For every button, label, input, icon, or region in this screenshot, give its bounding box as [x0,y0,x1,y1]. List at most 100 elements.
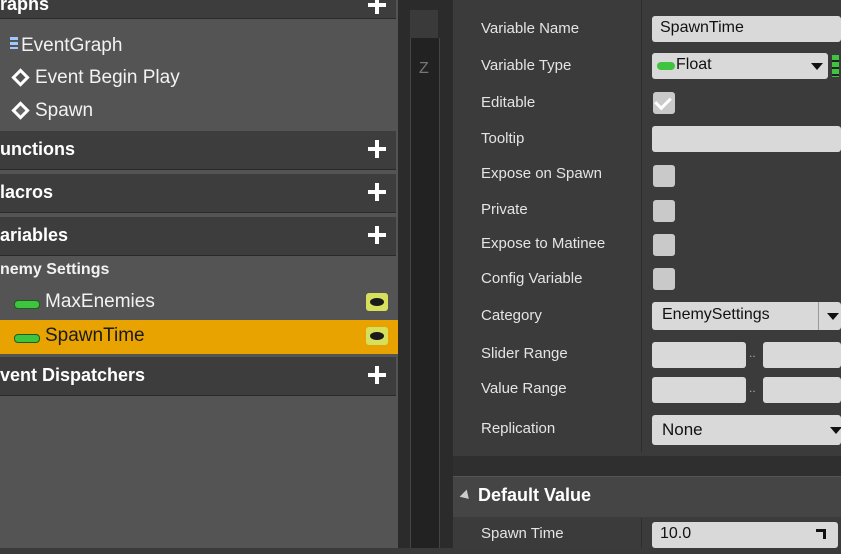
combobox-divider [818,302,819,330]
prop-variable-name: Variable Name SpawnTime [453,11,841,47]
default-value-header-label: Default Value [478,485,592,505]
category-combobox[interactable]: EnemySettings [652,302,841,330]
prop-tooltip: Tooltip [453,121,841,157]
graph-item-label: Spawn [35,100,94,121]
variable-type-value: Float [676,56,712,73]
graph-tab-top [410,10,438,38]
replication-dropdown[interactable]: None [652,415,841,445]
variable-name: SpawnTime [45,325,145,346]
event-diamond-icon [11,68,30,87]
collapse-arrow-icon [459,489,473,503]
value-range-max-input[interactable] [763,377,841,403]
expose-to-matinee-checkbox[interactable] [653,234,675,256]
prop-expose-on-spawn: Expose on Spawn [453,156,841,192]
add-graph-icon[interactable] [366,0,388,16]
graph-item-label: Event Begin Play [35,67,180,88]
graphs-section-header[interactable]: raphs [0,0,396,19]
prop-config-variable: Config Variable [453,261,841,297]
add-variable-icon[interactable] [366,224,388,246]
graph-canvas[interactable]: Z [410,38,440,548]
category-value: EnemySettings [662,306,770,323]
prop-slider-range: Slider Range .. [453,336,841,372]
prop-spawn-time-default: Spawn Time 10.0 [453,518,841,554]
macros-section-header[interactable]: lacros [0,174,396,213]
prop-label: Slider Range [481,345,568,362]
prop-label: Tooltip [481,130,525,147]
custom-event-icon [11,101,30,120]
variable-type-dropdown[interactable]: Float [652,53,828,79]
private-checkbox[interactable] [653,200,675,222]
float-pin-icon [657,62,675,70]
variable-category-label[interactable]: nemy Settings [0,261,109,279]
prop-variable-type: Variable Type Float [453,48,841,84]
graph-item-eventgraph[interactable]: EventGraph [10,35,122,57]
event-dispatchers-section-label: vent Dispatchers [0,365,146,385]
variable-name-input[interactable]: SpawnTime [652,16,841,42]
prop-label: Config Variable [481,270,583,287]
chevron-down-icon[interactable] [827,313,839,320]
resize-drag-icon[interactable] [816,529,826,539]
graphs-section-label: raphs [0,0,50,14]
visibility-eye-icon[interactable] [366,327,388,345]
variable-name: MaxEnemies [45,291,155,312]
my-blueprint-panel: raphs EventGraph Event Begin Play Spawn … [0,0,398,548]
prop-label: Replication [481,420,556,437]
float-pin-icon [14,300,40,309]
add-event-dispatcher-icon[interactable] [366,364,388,386]
range-separator: .. [749,381,756,395]
graph-tab-label: Z [419,60,429,77]
variable-row-spawntime[interactable]: SpawnTime [0,320,398,354]
prop-label: Value Range [481,380,567,397]
prop-category: Category EnemySettings [453,298,841,334]
prop-value-range: Value Range .. [453,371,841,407]
graph-item-label: EventGraph [21,35,123,56]
prop-expose-to-matinee: Expose to Matinee [453,226,841,262]
slider-range-max-input[interactable] [763,342,841,368]
range-separator: .. [749,346,756,360]
prop-label: Private [481,201,528,218]
prop-label: Variable Type [481,57,572,74]
value-range-min-input[interactable] [652,377,746,403]
event-dispatchers-section-header[interactable]: vent Dispatchers [0,357,396,396]
spawn-time-default-value: 10.0 [660,525,692,542]
config-variable-checkbox[interactable] [653,268,675,290]
details-panel: Variable Name SpawnTime Variable Type Fl… [453,0,841,548]
column-divider-lower [641,518,642,548]
prop-label: Editable [481,94,536,111]
graph-item-event-begin-play[interactable]: Event Begin Play [10,67,180,89]
functions-section-header[interactable]: unctions [0,131,396,170]
checkmark-icon [654,92,672,111]
prop-editable: Editable [453,85,841,121]
category-gap [453,456,841,476]
prop-label: Category [481,307,542,324]
graph-item-spawn[interactable]: Spawn [10,100,93,122]
prop-label: Variable Name [481,20,580,37]
graph-icon [10,37,18,49]
chevron-down-icon [830,427,841,434]
prop-replication: Replication None [453,411,841,447]
variables-section-header[interactable]: ariables [0,217,396,256]
float-pin-icon [14,334,40,343]
visibility-eye-icon[interactable] [366,293,388,311]
spawn-time-default-input[interactable]: 10.0 [652,522,838,548]
chevron-down-icon [811,63,823,70]
prop-label: Expose on Spawn [481,165,602,182]
add-function-icon[interactable] [366,138,388,160]
prop-label: Spawn Time [481,525,564,542]
functions-section-label: unctions [0,139,75,159]
tooltip-input[interactable] [652,126,841,152]
replication-value: None [662,420,703,439]
prop-label: Expose to Matinee [481,235,606,252]
editable-checkbox[interactable] [653,92,675,114]
add-macro-icon[interactable] [366,181,388,203]
container-type-icon[interactable] [832,55,839,77]
expose-on-spawn-checkbox[interactable] [653,165,675,187]
default-value-category-header[interactable]: Default Value [453,476,841,517]
variable-name-value: SpawnTime [660,19,744,36]
graph-editor-strip: Z [398,0,453,548]
macros-section-label: lacros [0,182,54,202]
variables-section-label: ariables [0,225,69,245]
slider-range-min-input[interactable] [652,342,746,368]
variable-row-maxenemies[interactable]: MaxEnemies [0,286,398,320]
prop-private: Private [453,192,841,228]
